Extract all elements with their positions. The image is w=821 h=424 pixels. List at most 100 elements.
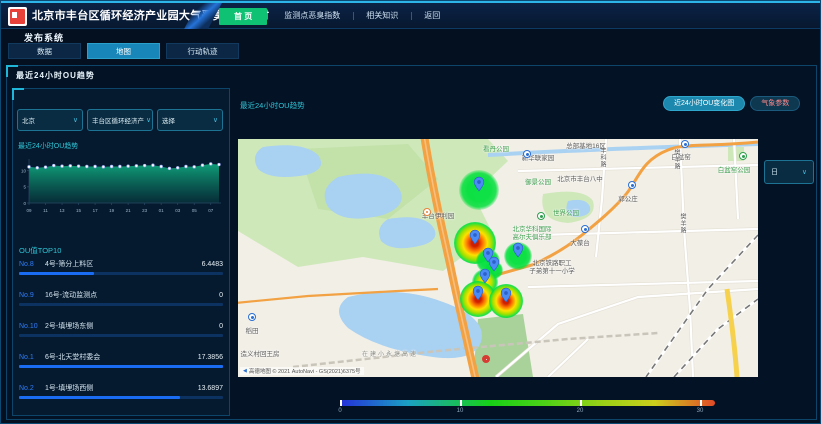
legend-tick-label: 20 [577, 408, 584, 414]
svg-text:10: 10 [21, 168, 27, 173]
logo-dot [12, 12, 17, 18]
chevron-down-icon: ∨ [802, 168, 807, 176]
sidebar-panel: 北京∨丰台区循环经济产∨选择∨ 最近24小时OU趋势 0510091113151… [12, 88, 230, 416]
ranking-rank: No.8 [19, 261, 45, 268]
ranking-rank: No.1 [19, 354, 45, 361]
metro-station-icon [581, 225, 589, 233]
filter-select-1[interactable]: 北京 ∨ [17, 109, 83, 131]
filter-select-value: 北京 [22, 115, 35, 125]
svg-text:07: 07 [208, 208, 214, 213]
ranking-bar-fill [19, 365, 223, 368]
ranking-value: 13.6897 [198, 385, 223, 392]
svg-text:17: 17 [93, 208, 99, 213]
legend-tick-mark [340, 400, 342, 406]
svg-text:0: 0 [23, 201, 26, 206]
leaf-icon [537, 212, 545, 220]
ranking-name: 1号-填埋场西侧 [45, 383, 198, 393]
ranking-value: 6.4483 [202, 261, 223, 268]
ranking-row-top: No.84号-筛分上料区6.4483 [19, 259, 223, 269]
map-label: 稻田 [246, 325, 259, 335]
map-label: 白盆窑公园 [718, 164, 751, 174]
panel-title: 最近24小时OU趋势 [16, 70, 95, 81]
map-label: 御景公园 [525, 176, 551, 186]
map-pin-icon[interactable] [473, 286, 484, 301]
map-canvas[interactable]: 看丹公园新华联家园总部基地16区御景公园北京市丰台八中白盆窑白盆窑公园郭公庄世界… [238, 139, 758, 377]
nav-item-4[interactable]: 返回 [411, 3, 453, 29]
filter-select-value: 丰台区循环经济产 [92, 115, 144, 125]
ranking-row-top: No.102号-填埋场东侧0 [19, 321, 223, 331]
ranking-row: No.84号-筛分上料区6.4483 [19, 259, 223, 275]
period-select[interactable]: 日 ∨ [764, 160, 814, 184]
ranking-value: 0 [219, 323, 223, 330]
ranking-title: OU值TOP10 [19, 245, 61, 256]
ranking-bar-track [19, 365, 223, 368]
ranking-row-top: No.916号-流动监测点0 [19, 290, 223, 300]
ranking-row: No.16号-北天堂村委会17.3856 [19, 352, 223, 368]
main-nav: 首 页监测点恶臭指数相关知识返回 [215, 3, 453, 29]
app-window: 北京市丰台区循环经济产业园大气恶臭状况实时 首 页监测点恶臭指数相关知识返回 发… [0, 0, 821, 424]
map-label: 北京市丰台八中 [557, 173, 603, 183]
nav-item-3[interactable]: 相关知识 [353, 3, 411, 29]
svg-text:09: 09 [26, 208, 32, 213]
svg-text:5: 5 [23, 185, 26, 190]
nav-item-2[interactable]: 监测点恶臭指数 [271, 3, 353, 29]
map-pin-icon[interactable] [480, 269, 491, 284]
svg-text:21: 21 [126, 208, 132, 213]
metro-station-icon [248, 313, 256, 321]
svg-text:11: 11 [43, 208, 48, 213]
map-label: 高尔夫俱乐部 [513, 231, 552, 241]
tab-1[interactable]: 数据 [8, 43, 81, 59]
ou-trend-chart: 0510091113151719212301030507 [15, 151, 227, 219]
filter-select-value: 选择 [162, 115, 175, 125]
ranking-name: 16号-流动监测点 [45, 290, 219, 300]
nav-item-1[interactable]: 首 页 [219, 8, 267, 25]
ranking-bar-track [19, 396, 223, 399]
content-panel: 最近24小时OU趋势 北京∨丰台区循环经济产∨选择∨ 最近24小时OU趋势 05… [6, 65, 817, 420]
map-buttons: 近24小时OU变化图气象参数 [663, 96, 800, 111]
ranking-value: 0 [219, 292, 223, 299]
svg-text:05: 05 [192, 208, 198, 213]
svg-text:23: 23 [142, 208, 148, 213]
ranking-bar-fill [19, 396, 180, 399]
map-label: 子弟第十一小学 [529, 265, 575, 275]
map-button-1[interactable]: 近24小时OU变化图 [663, 96, 745, 111]
ranking-rank: No.9 [19, 292, 45, 299]
tab-3[interactable]: 行动轨迹 [166, 43, 239, 59]
legend-tick-label: 10 [457, 408, 464, 414]
filter-select-2[interactable]: 丰台区循环经济产∨ [87, 109, 153, 131]
legend-tick-label: 0 [338, 408, 341, 414]
heat-legend: 0102030 [340, 400, 715, 416]
map-pin-icon[interactable] [470, 230, 481, 245]
map-pin-icon[interactable] [501, 288, 512, 303]
top-header: 北京市丰台区循环经济产业园大气恶臭状况实时 首 页监测点恶臭指数相关知识返回 [1, 1, 820, 29]
svg-text:19: 19 [109, 208, 115, 213]
ranking-row-top: No.21号-填埋场西侧13.6897 [19, 383, 223, 393]
chevron-down-icon: ∨ [213, 116, 218, 124]
poi-red-icon [482, 355, 490, 363]
heat-legend-gradient [340, 400, 715, 406]
map-label: 樊羊路 [678, 213, 687, 234]
ranking-bar-track [19, 272, 223, 275]
map-label: 在建小永塘高速 [362, 349, 418, 358]
map-pin-icon[interactable] [513, 243, 524, 258]
ranking-row: No.102号-填埋场东侧0 [19, 321, 223, 337]
map-attribution: 高德地图 © 2021 AutoNavi - GS(2021)6375号 [240, 367, 364, 375]
metro-station-icon [628, 181, 636, 189]
tab-2[interactable]: 地图 [87, 43, 160, 59]
map-pin-icon[interactable] [474, 177, 485, 192]
ou-top-ranking-list: No.84号-筛分上料区6.4483No.916号-流动监测点0No.102号-… [19, 259, 223, 414]
ranking-bar-track [19, 334, 223, 337]
ranking-name: 4号-筛分上料区 [45, 259, 202, 269]
legend-tick-mark [580, 400, 582, 406]
map-label: 世界公园 [553, 207, 579, 217]
map-label: 看丹公园 [483, 143, 509, 153]
map-button-2[interactable]: 气象参数 [750, 96, 800, 111]
svg-text:13: 13 [60, 208, 66, 213]
view-tabs: 数据地图行动轨迹 [8, 43, 239, 59]
ranking-row-top: No.16号-北天堂村委会17.3856 [19, 352, 223, 362]
chevron-down-icon: ∨ [73, 116, 78, 124]
filter-select-3[interactable]: 选择 ∨ [157, 109, 223, 131]
metro-station-icon [523, 150, 531, 158]
ranking-value: 17.3856 [198, 354, 223, 361]
svg-text:15: 15 [76, 208, 82, 213]
